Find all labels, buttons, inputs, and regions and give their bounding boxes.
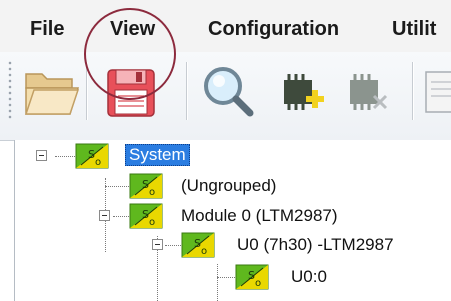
highlight-circle <box>84 8 176 100</box>
expander-module[interactable] <box>99 210 110 221</box>
menu-utilities[interactable]: Utilit <box>392 18 436 41</box>
svg-text:o: o <box>95 157 101 168</box>
tree-node-u0-0[interactable]: U0:0 <box>291 267 327 287</box>
tree-connector <box>217 264 218 301</box>
power-module-icon: S o <box>235 264 269 290</box>
toolbar-separator <box>186 62 188 120</box>
magnifier-icon <box>204 67 254 117</box>
menu-file[interactable]: File <box>30 18 64 41</box>
tree-connector <box>217 277 235 278</box>
search-button[interactable] <box>196 58 258 124</box>
tree-node-u0[interactable]: U0 (7h30) -LTM2987 <box>237 235 394 255</box>
svg-text:o: o <box>149 187 155 198</box>
tree-connector <box>55 156 75 157</box>
tree-connector <box>113 216 129 217</box>
toolbar <box>0 8 451 141</box>
document-icon <box>425 71 451 113</box>
tree-node-module[interactable]: Module 0 (LTM2987) <box>181 206 338 226</box>
power-module-icon: S o <box>129 173 163 199</box>
expander-system[interactable] <box>36 150 47 161</box>
power-module-icon: S o <box>75 143 109 169</box>
menu-bar: File View Configuration Utilit <box>0 0 451 52</box>
system-tree: S o System S o (Ungrouped) S o Module 0 … <box>14 140 451 301</box>
chip-add-icon <box>284 74 324 110</box>
chip-remove-icon <box>350 74 388 110</box>
tree-connector <box>165 245 181 246</box>
expander-u0[interactable] <box>152 239 163 250</box>
svg-text:o: o <box>201 246 207 257</box>
open-button[interactable] <box>20 58 82 124</box>
folder-open-icon <box>24 73 80 115</box>
power-module-icon: S o <box>181 232 215 258</box>
tree-node-system[interactable]: System <box>125 144 190 166</box>
power-module-icon: S o <box>129 203 163 229</box>
toolbar-separator <box>412 62 414 120</box>
toolbar-grip[interactable] <box>8 60 12 120</box>
add-device-button[interactable] <box>270 58 332 124</box>
tree-connector <box>105 186 129 187</box>
tree-node-ungrouped[interactable]: (Ungrouped) <box>181 176 276 196</box>
svg-text:o: o <box>255 278 261 289</box>
svg-text:o: o <box>149 217 155 228</box>
document-button[interactable] <box>420 58 451 124</box>
menu-configuration[interactable]: Configuration <box>208 18 339 41</box>
remove-device-button[interactable] <box>338 58 400 124</box>
